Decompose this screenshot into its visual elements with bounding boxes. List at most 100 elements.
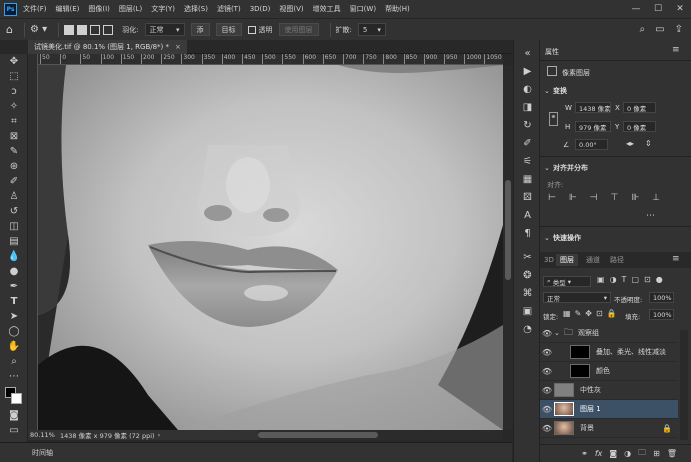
target-button[interactable]: 目标 [215, 23, 242, 36]
subtract-selection-icon[interactable] [90, 24, 101, 35]
eye-icon[interactable]: 👁 [540, 367, 554, 376]
more-tools-icon[interactable]: ⋯ [0, 369, 28, 384]
path-selection-tool-icon[interactable]: ➤ [0, 309, 28, 324]
align-left-icon[interactable]: ⊢ [548, 193, 556, 203]
more-options-icon[interactable]: ⋯ [646, 211, 655, 221]
align-section-title[interactable]: 对齐并分布 [553, 163, 588, 173]
quick-actions-title[interactable]: 快速操作 [553, 233, 581, 241]
crop-tool-icon[interactable]: ⌗ [0, 114, 28, 129]
properties-panel-title[interactable]: 属性 [545, 47, 559, 57]
eyedropper-tool-icon[interactable]: ✎ [0, 144, 28, 159]
swatches-icon[interactable]: ▦ [514, 170, 541, 188]
layers-scrollbar[interactable] [680, 330, 688, 440]
folder-icon[interactable]: 🗀 [638, 447, 646, 461]
align-center-v-icon[interactable]: ⊪ [631, 193, 639, 203]
mode-dropdown[interactable]: 正常 ▾ [144, 23, 185, 36]
zoom-level[interactable]: 80.11% [28, 431, 60, 439]
lock-artboard-icon[interactable]: ⊡ [596, 309, 603, 318]
eye-icon[interactable]: 👁 [540, 424, 554, 433]
filter-adjustment-icon[interactable]: ◑ [610, 275, 617, 284]
expand-dropdown[interactable]: 5 ▾ [357, 23, 386, 36]
menu-layer[interactable]: 图层(L) [119, 4, 142, 14]
brush-tool-icon[interactable]: ✐ [0, 174, 28, 189]
lock-position-icon[interactable]: ✥ [585, 309, 592, 318]
blur-tool-icon[interactable]: 💧 [0, 249, 28, 264]
filter-shape-icon[interactable]: ▢ [631, 275, 639, 284]
history-icon[interactable]: ↻ [514, 116, 541, 134]
new-selection-icon[interactable] [64, 24, 75, 35]
flip-horizontal-icon[interactable]: ◂▸ [626, 139, 634, 148]
opacity-input[interactable]: 100% [649, 292, 674, 303]
tab-channels[interactable]: 通道 [582, 254, 604, 266]
layer-row-background[interactable]: 👁 背景 🔒 [540, 419, 678, 438]
layer-filter-dropdown[interactable]: ⌕ 类型 ▾ [543, 276, 591, 287]
adjustments-icon[interactable]: ◐ [514, 80, 541, 98]
magic-wand-tool-icon[interactable]: ✧ [0, 99, 28, 114]
adjustment-icon[interactable]: ◑ [624, 449, 631, 458]
quick-mask-icon[interactable]: ◙ [0, 408, 28, 423]
transparent-checkbox[interactable]: 透明 [247, 23, 273, 37]
healing-brush-tool-icon[interactable]: ⊛ [0, 159, 28, 174]
move-tool-icon[interactable]: ✥ [0, 54, 28, 69]
share-icon[interactable]: ⇪ [675, 24, 683, 35]
play-actions-icon[interactable]: ▶ [514, 62, 541, 80]
paragraph-icon[interactable]: ¶ [514, 224, 541, 242]
filter-pixel-icon[interactable]: ▣ [597, 275, 605, 284]
close-window-button[interactable]: ✕ [669, 0, 691, 18]
width-input[interactable]: 1438 像素 [575, 102, 611, 113]
lock-pixels-icon[interactable]: ✎ [575, 309, 582, 318]
eraser-tool-icon[interactable]: ◫ [0, 219, 28, 234]
minimize-button[interactable]: — [625, 0, 647, 18]
menu-plugins[interactable]: 增效工具 [313, 4, 341, 14]
lock-transparent-icon[interactable]: ▦ [563, 309, 571, 318]
layer-row-group[interactable]: 👁 ⌄ 🗀 观察组 [540, 324, 678, 343]
chevron-down-icon[interactable]: ⌄ [544, 87, 550, 95]
tool-preset-icon[interactable]: ⚙ ▾ [30, 23, 47, 37]
filter-toggle-icon[interactable]: ● [656, 275, 663, 284]
document-info[interactable]: 1438 像素 x 979 像素 (72 ppi) [60, 430, 155, 440]
marquee-tool-icon[interactable]: ⬚ [0, 69, 28, 84]
link-icon[interactable]: ⚭ [581, 449, 588, 458]
lock-all-icon[interactable]: 🔒 [607, 309, 617, 318]
height-input[interactable]: 979 像素 [575, 121, 611, 132]
vertical-scroll-thumb[interactable] [505, 180, 511, 280]
ellipse-tool-icon[interactable]: ◯ [0, 324, 28, 339]
menu-help[interactable]: 帮助(H) [385, 4, 410, 14]
background-color-icon[interactable] [11, 393, 22, 404]
transform-icon[interactable]: ✂ [514, 248, 541, 266]
workspace-icon[interactable]: ▭ [655, 24, 664, 35]
chevron-down-icon[interactable]: ⌄ [544, 164, 550, 172]
eye-icon[interactable]: 👁 [540, 348, 554, 357]
timeline-panel[interactable]: 时间轴 [0, 442, 512, 462]
notes-icon[interactable]: ▣ [514, 302, 541, 320]
chevron-down-icon[interactable]: ⌄ [544, 234, 550, 242]
intersect-selection-icon[interactable] [103, 24, 114, 35]
history-brush-tool-icon[interactable]: ↺ [0, 204, 28, 219]
fx-icon[interactable]: fx [595, 449, 603, 458]
tab-paths[interactable]: 路径 [606, 254, 628, 266]
flip-vertical-icon[interactable]: ⇕ [645, 139, 652, 148]
horizontal-scroll-thumb[interactable] [258, 432, 378, 438]
align-bottom-icon[interactable]: ⊥ [652, 193, 660, 203]
eye-icon[interactable]: 👁 [540, 329, 554, 338]
cc-libraries-icon[interactable]: ❂ [514, 266, 541, 284]
menu-window[interactable]: 窗口(W) [350, 4, 376, 14]
dodge-tool-icon[interactable]: ● [0, 264, 28, 279]
filter-smart-icon[interactable]: ⊡ [644, 275, 651, 284]
hand-tool-icon[interactable]: ✋ [0, 339, 28, 354]
align-center-h-icon[interactable]: ⊩ [569, 193, 577, 203]
mask-icon[interactable]: ◙ [609, 449, 617, 458]
fill-input[interactable]: 100% [649, 309, 674, 320]
glyphs-icon[interactable]: ⚄ [514, 188, 541, 206]
photoshop-logo[interactable]: Ps [4, 2, 17, 16]
layer-row-overlay[interactable]: 👁 叠加、柔光、线性减淡 [540, 343, 678, 362]
character-icon[interactable]: A [514, 206, 541, 224]
maximize-button[interactable]: ☐ [647, 0, 669, 18]
pen-tool-icon[interactable]: ✒ [0, 279, 28, 294]
chevron-down-icon[interactable]: ⌄ [554, 329, 564, 337]
x-input[interactable]: 0 像素 [623, 102, 656, 113]
chevron-right-icon[interactable]: › [158, 431, 161, 439]
align-top-icon[interactable]: ⊤ [610, 193, 618, 203]
screen-mode-icon[interactable]: ▭ [0, 423, 28, 438]
align-right-icon[interactable]: ⊣ [590, 193, 598, 203]
